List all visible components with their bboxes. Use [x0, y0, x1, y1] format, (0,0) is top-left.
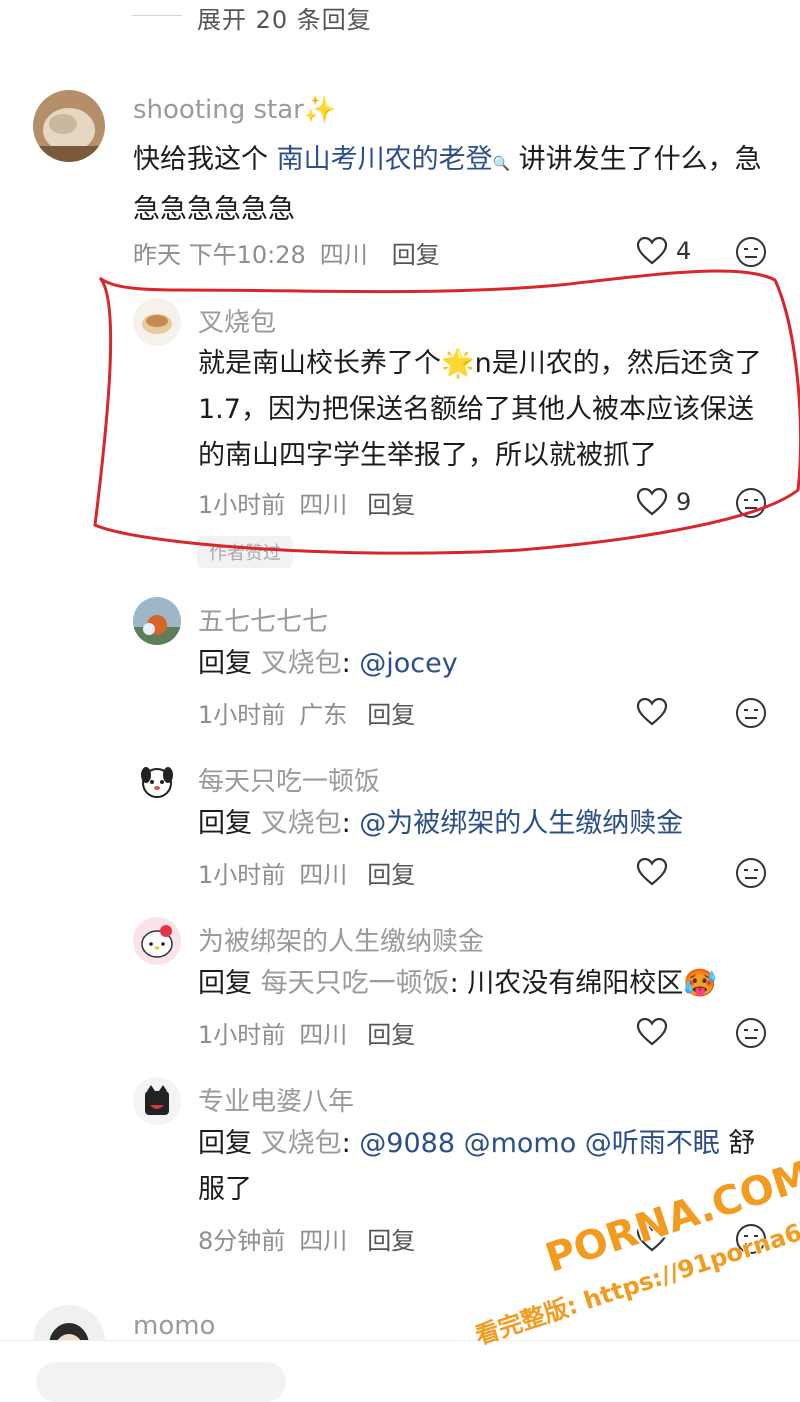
comment-text: 回复 叉烧包: @jocey: [198, 648, 458, 679]
reply-target[interactable]: 叉烧包: [261, 1128, 342, 1159]
like-button[interactable]: [636, 697, 668, 727]
reply-text: 川农没有绵阳校区: [467, 968, 684, 999]
emoji-reaction-button[interactable]: [735, 857, 767, 893]
mention-link[interactable]: @jocey: [359, 648, 457, 679]
heart-icon: [636, 857, 668, 886]
username[interactable]: momo: [133, 1311, 215, 1341]
mention-link[interactable]: @9088 @momo @听雨不眠: [359, 1128, 720, 1159]
heart-icon: [636, 1017, 668, 1046]
emoji-face-icon: [736, 698, 766, 728]
timestamp: 1小时前: [198, 1021, 286, 1049]
comment-meta: 1小时前 四川 回复: [198, 1015, 415, 1050]
timestamp: 1小时前: [198, 701, 286, 729]
reply-target[interactable]: 叉烧包: [261, 808, 342, 839]
comment-text: 回复 每天只吃一顿饭: 川农没有绵阳校区🥵: [198, 968, 717, 999]
like-button[interactable]: [636, 857, 668, 887]
timestamp: 1小时前: [198, 861, 286, 889]
emoji-reaction-button[interactable]: [735, 697, 767, 733]
avatar[interactable]: [133, 1077, 181, 1125]
avatar[interactable]: [133, 917, 181, 965]
comment-meta: 1小时前 广东 回复: [198, 695, 415, 730]
comment-meta: 8分钟前 四川 回复: [198, 1221, 415, 1256]
heart-icon: [636, 697, 668, 726]
location: 四川: [299, 1227, 348, 1255]
reply-prefix: 回复: [198, 1128, 252, 1159]
hot-face-emoji-icon: 🥵: [683, 968, 717, 999]
reply-prefix: 回复: [198, 648, 252, 679]
reply-button[interactable]: 回复: [367, 701, 415, 729]
username[interactable]: 五七七七七: [198, 601, 328, 638]
avatar[interactable]: [133, 597, 181, 645]
reply-button[interactable]: 回复: [367, 861, 415, 889]
avatar[interactable]: [133, 757, 181, 805]
emoji-reaction-button[interactable]: [735, 1017, 767, 1053]
comment-input-field[interactable]: [36, 1362, 286, 1402]
username[interactable]: 每天只吃一顿饭: [198, 761, 380, 798]
reply-target[interactable]: 每天只吃一顿饭: [261, 968, 450, 999]
like-button[interactable]: [636, 1017, 668, 1047]
comment-meta: 1小时前 四川 回复: [198, 855, 415, 890]
reply-button[interactable]: 回复: [367, 1227, 415, 1255]
location: 四川: [299, 861, 348, 889]
reply-prefix: 回复: [198, 968, 252, 999]
comment-text: 回复 叉烧包: @为被绑架的人生缴纳赎金: [198, 808, 684, 839]
reply-button[interactable]: 回复: [367, 1021, 415, 1049]
mention-link[interactable]: @为被绑架的人生缴纳赎金: [359, 808, 683, 839]
emoji-face-icon: [736, 858, 766, 888]
username[interactable]: 为被绑架的人生缴纳赎金: [198, 921, 484, 958]
red-annotation-circle: [93, 269, 800, 555]
timestamp: 8分钟前: [198, 1227, 286, 1255]
username[interactable]: 专业电婆八年: [198, 1081, 354, 1118]
emoji-face-icon: [736, 1018, 766, 1048]
reply-prefix: 回复: [198, 808, 252, 839]
reply-target[interactable]: 叉烧包: [261, 648, 342, 679]
location: 广东: [299, 701, 348, 729]
location: 四川: [299, 1021, 348, 1049]
